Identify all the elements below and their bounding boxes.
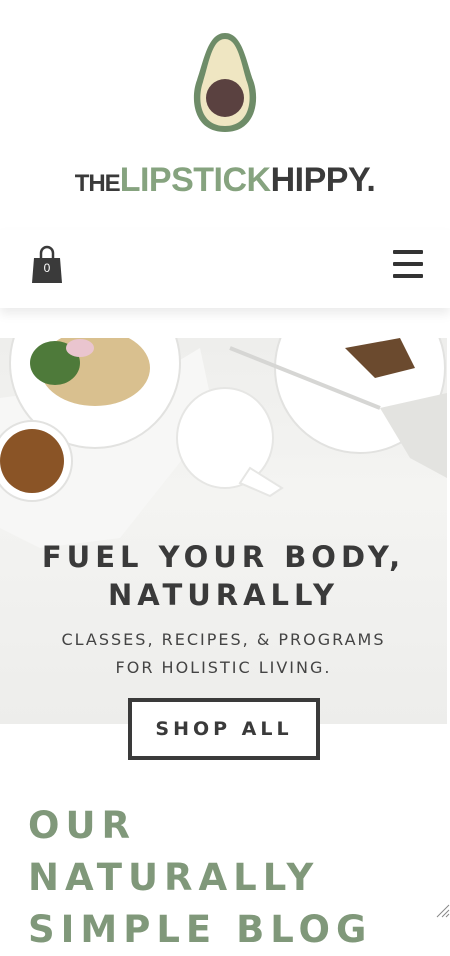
hero-title-line2: NATURALLY bbox=[107, 578, 339, 612]
cart-count: 0 bbox=[43, 261, 51, 275]
brand-suffix: HIPPY. bbox=[270, 161, 376, 199]
menu-bar bbox=[393, 250, 423, 254]
avocado-logo-icon[interactable] bbox=[188, 30, 262, 136]
cart-button[interactable]: 0 bbox=[30, 244, 64, 284]
brand-prefix: THE bbox=[74, 170, 121, 197]
hero-title-line1: FUEL YOUR BODY, bbox=[41, 540, 406, 574]
nav-bar: 0 bbox=[0, 230, 450, 308]
shop-all-button[interactable]: SHOP ALL bbox=[128, 698, 320, 760]
hero-title: FUEL YOUR BODY, NATURALLY bbox=[0, 538, 447, 614]
site-header: THELIPSTICKHIPPY. 0 bbox=[0, 0, 450, 308]
hero-text: FUEL YOUR BODY, NATURALLY CLASSES, RECIP… bbox=[0, 538, 447, 682]
menu-bar bbox=[393, 274, 423, 278]
blog-title-line3: SIMPLE BLOG bbox=[28, 908, 373, 951]
blog-title-line1: OUR bbox=[28, 804, 136, 847]
brand-wordmark[interactable]: THELIPSTICKHIPPY. bbox=[0, 160, 450, 204]
blog-section-title: OUR NATURALLY SIMPLE BLOG bbox=[28, 800, 372, 956]
resize-grip-icon[interactable] bbox=[434, 902, 450, 918]
hero-subtitle-line1: CLASSES, RECIPES, & PROGRAMS bbox=[61, 630, 386, 649]
blog-title-line2: NATURALLY bbox=[28, 856, 320, 899]
hero-banner: FUEL YOUR BODY, NATURALLY CLASSES, RECIP… bbox=[0, 338, 447, 724]
hero-subtitle-line2: FOR HOLISTIC LIVING. bbox=[115, 658, 332, 677]
menu-bar bbox=[393, 262, 423, 266]
hero-subtitle: CLASSES, RECIPES, & PROGRAMS FOR HOLISTI… bbox=[0, 626, 447, 682]
hamburger-menu-icon[interactable] bbox=[393, 250, 425, 280]
brand-middle: LIPSTICK bbox=[119, 161, 271, 199]
